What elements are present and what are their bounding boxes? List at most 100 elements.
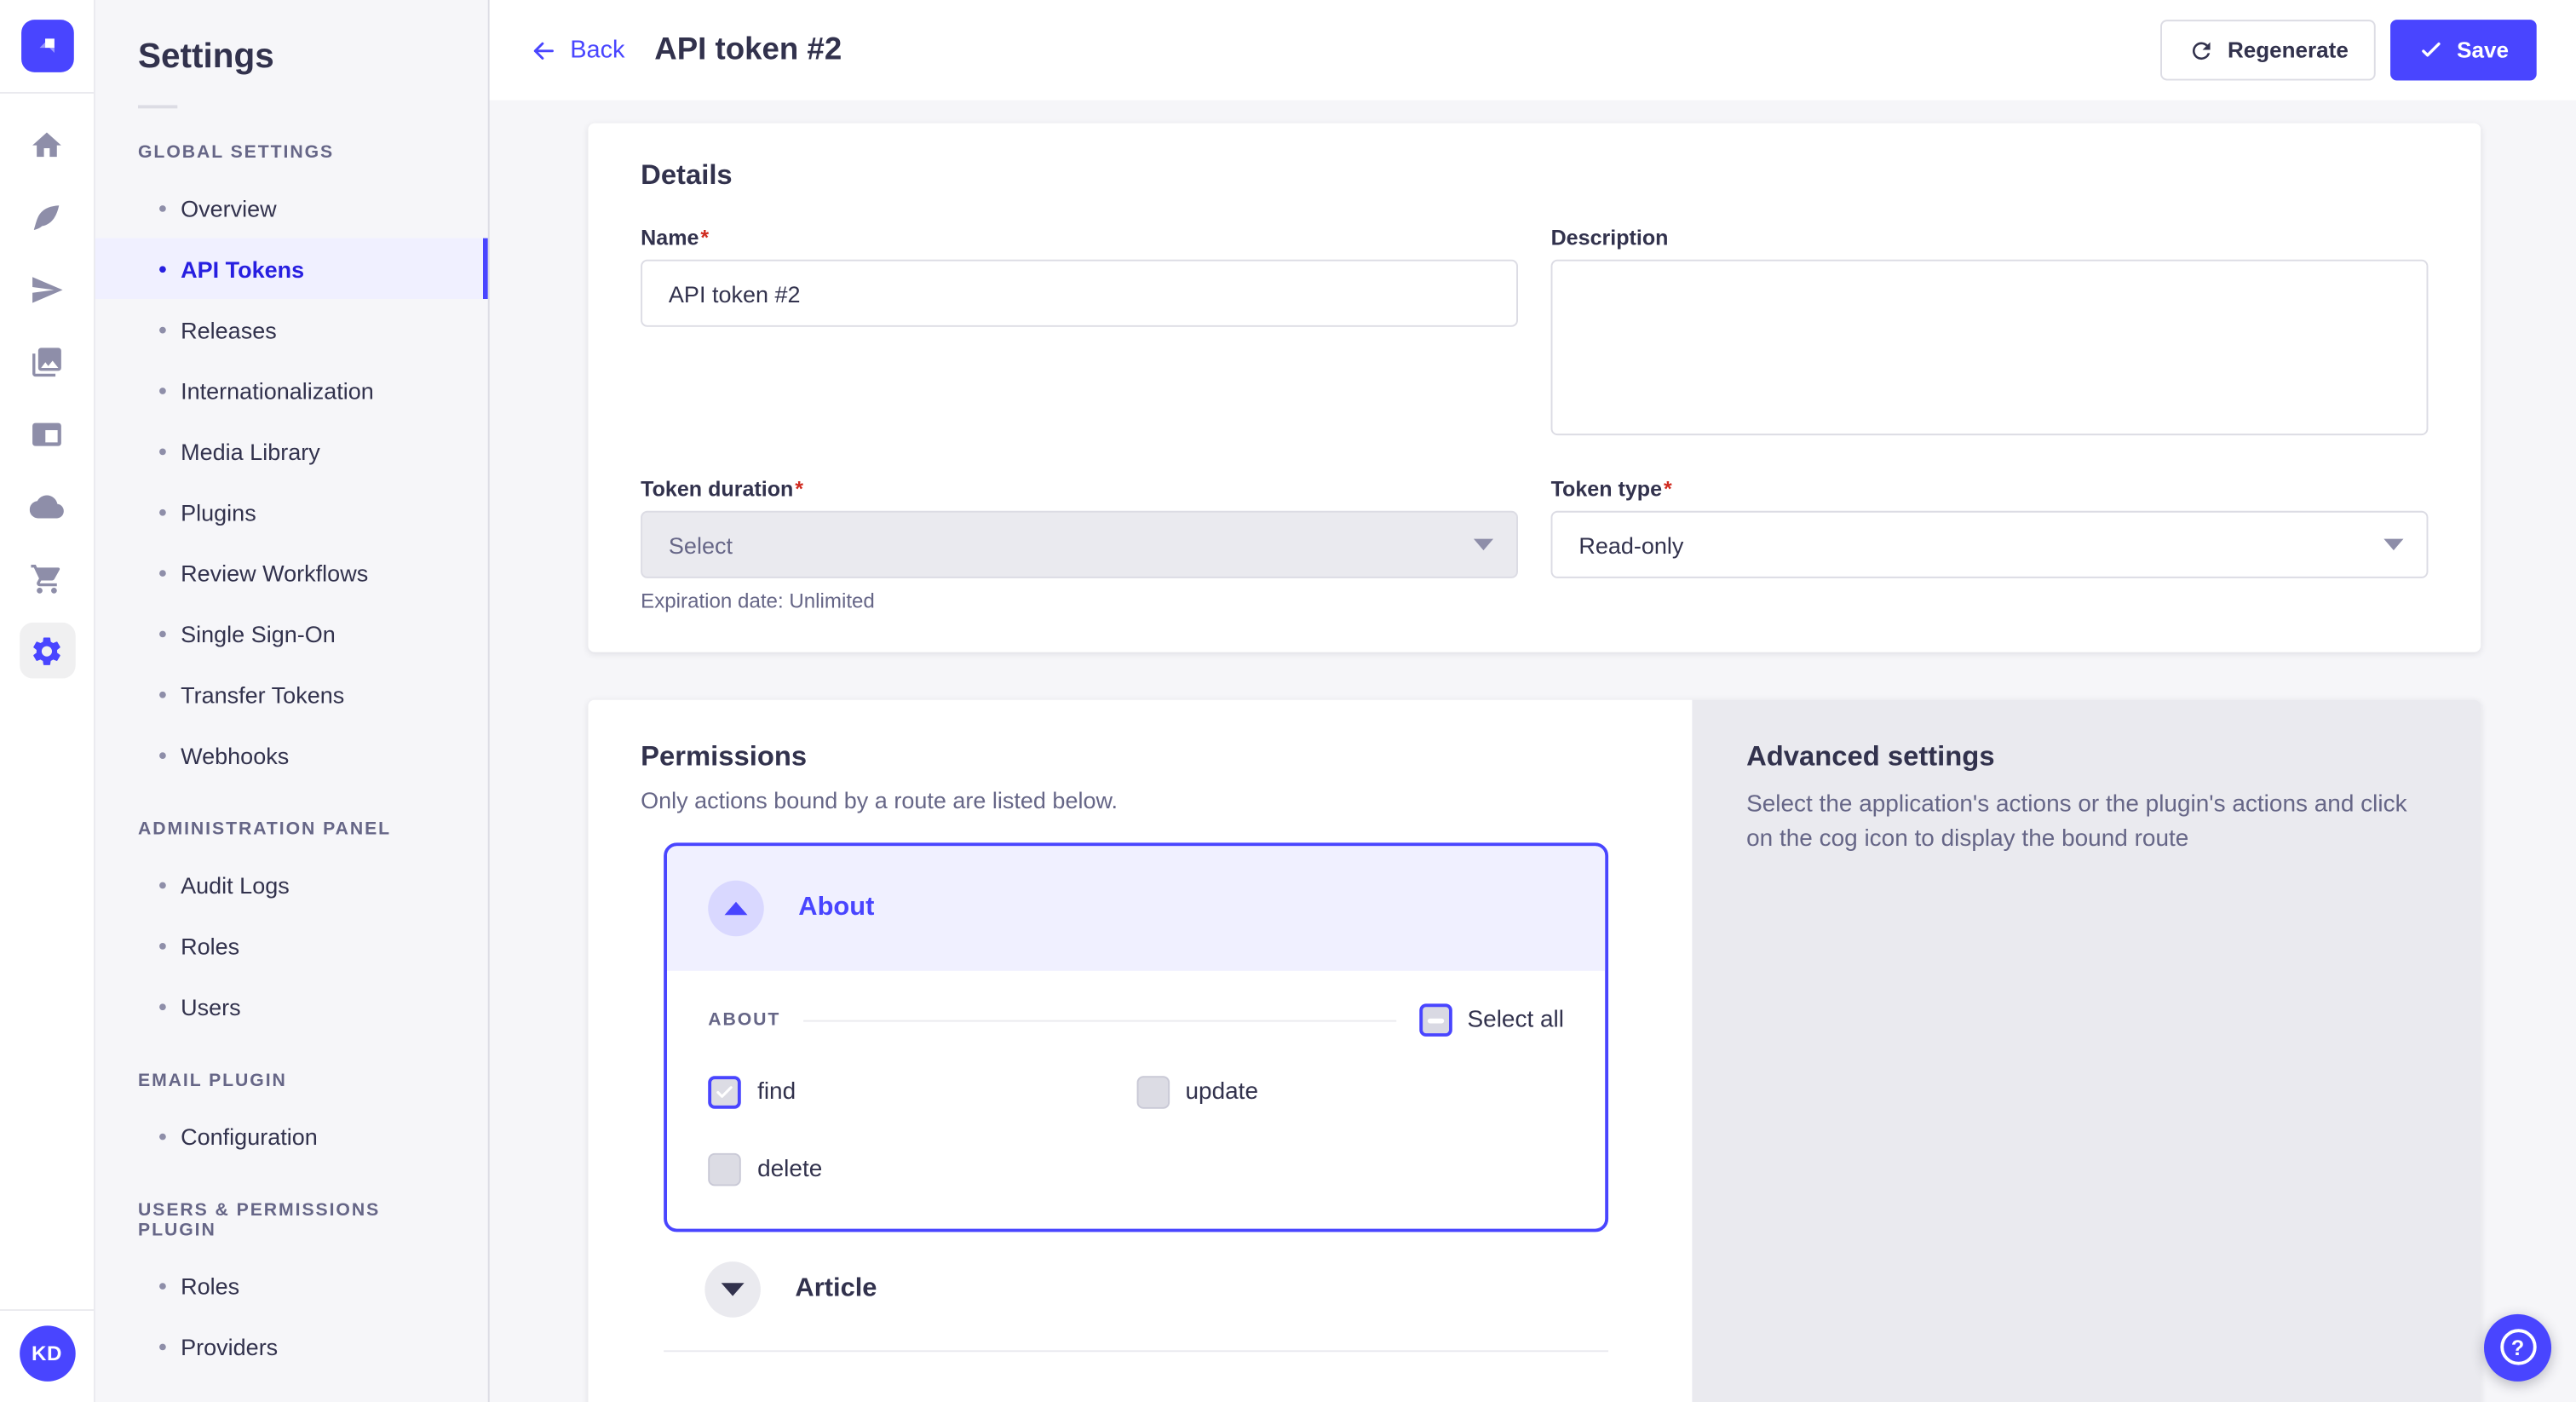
sidebar-title-rule <box>138 105 177 108</box>
chevron-up-icon[interactable] <box>708 881 764 937</box>
sidebar-item-label: Roles <box>181 932 239 958</box>
cart-icon[interactable] <box>19 550 75 606</box>
about-group-row: ABOUT Select all <box>708 1003 1564 1037</box>
cloud-icon[interactable] <box>19 478 75 534</box>
save-button[interactable]: Save <box>2391 20 2537 80</box>
accordion-about-body: ABOUT Select all <box>667 971 1605 1229</box>
group-divider <box>803 1020 1396 1021</box>
sidebar-item-label: Configuration <box>181 1123 318 1149</box>
strapi-logo-glyph <box>32 32 62 61</box>
bullet-icon <box>159 448 166 455</box>
home-icon[interactable] <box>19 117 75 173</box>
permission-label: delete <box>757 1157 822 1183</box>
permission-label: update <box>1185 1079 1258 1106</box>
required-mark: * <box>795 476 803 501</box>
rail-bottom: KD <box>0 1289 94 1402</box>
sidebar-item-label: Single Sign-On <box>181 620 336 646</box>
sidebar-item-label: Review Workflows <box>181 560 368 586</box>
layout-icon[interactable] <box>19 405 75 462</box>
help-button[interactable]: ? <box>2484 1313 2551 1381</box>
refresh-icon <box>2188 37 2215 63</box>
bullet-icon <box>159 509 166 515</box>
strapi-logo[interactable] <box>20 20 73 72</box>
token-duration-field-group: Token duration* Select Expiration date: … <box>641 476 1518 612</box>
select-all-checkbox[interactable] <box>1420 1003 1453 1037</box>
sidebar-item-releases[interactable]: Releases <box>95 299 488 359</box>
bullet-icon <box>159 942 166 949</box>
sidebar-section-users-permissions-plugin: USERS & PERMISSIONS PLUGIN <box>138 1201 446 1240</box>
description-field-group: Description <box>1551 225 2429 440</box>
advanced-settings-panel: Advanced settings Select the application… <box>1692 700 2481 1402</box>
rail-divider-bottom <box>0 1308 94 1310</box>
sidebar-item-label: Media Library <box>181 438 320 464</box>
sidebar-item-admin-roles[interactable]: Roles <box>95 915 488 975</box>
paper-plane-icon[interactable] <box>19 261 75 318</box>
name-input[interactable] <box>641 260 1518 327</box>
sidebar-item-email-configuration[interactable]: Configuration <box>95 1106 488 1166</box>
avatar[interactable]: KD <box>19 1324 75 1381</box>
sidebar-item-label: Transfer Tokens <box>181 681 344 707</box>
sidebar-item-audit-logs[interactable]: Audit Logs <box>95 854 488 915</box>
regenerate-button[interactable]: Regenerate <box>2160 20 2377 80</box>
regenerate-label: Regenerate <box>2228 37 2349 62</box>
permissions-subtitle: Only actions bound by a route are listed… <box>641 787 1640 813</box>
sidebar-item-internationalization[interactable]: Internationalization <box>95 359 488 420</box>
sidebar-item-webhooks[interactable]: Webhooks <box>95 724 488 784</box>
token-type-value: Read-only <box>1578 531 1683 558</box>
token-duration-value: Select <box>669 531 733 558</box>
sidebar-item-transfer-tokens[interactable]: Transfer Tokens <box>95 664 488 724</box>
details-heading: Details <box>641 159 2428 192</box>
name-field-group: Name* <box>641 225 1518 327</box>
description-textarea[interactable] <box>1551 260 2429 435</box>
page-header: Back API token #2 Regenerate Save <box>490 0 2576 101</box>
details-form-row1: Name* Description <box>641 225 2428 440</box>
delete-checkbox[interactable] <box>708 1153 741 1187</box>
sidebar-item-label: Roles <box>181 1273 239 1299</box>
settings-sidebar: Settings GLOBAL SETTINGS Overview API To… <box>95 0 490 1402</box>
bullet-icon <box>159 882 166 888</box>
expiration-hint: Expiration date: Unlimited <box>641 589 1518 612</box>
sidebar-item-label: Releases <box>181 316 277 342</box>
bullet-icon <box>159 387 166 394</box>
description-label: Description <box>1551 225 2429 250</box>
bullet-icon <box>159 265 166 272</box>
header-actions: Regenerate Save <box>2160 20 2537 80</box>
sidebar-item-up-providers[interactable]: Providers <box>95 1316 488 1376</box>
about-group-label: ABOUT <box>708 1010 780 1030</box>
permission-delete[interactable]: delete <box>708 1153 1136 1187</box>
sidebar-item-admin-users[interactable]: Users <box>95 976 488 1037</box>
token-type-select[interactable]: Read-only <box>1551 511 2429 578</box>
page-title: API token #2 <box>654 32 842 68</box>
permission-find[interactable]: find <box>708 1076 1136 1109</box>
sidebar-item-up-roles[interactable]: Roles <box>95 1255 488 1315</box>
gear-icon[interactable] <box>19 623 75 679</box>
token-duration-select[interactable]: Select <box>641 511 1518 578</box>
update-checkbox[interactable] <box>1136 1076 1170 1109</box>
accordion-divider <box>664 1350 1608 1352</box>
bullet-icon <box>159 691 166 698</box>
bullet-icon <box>159 1282 166 1289</box>
rail-divider <box>0 92 94 94</box>
feather-icon[interactable] <box>19 189 75 245</box>
sidebar-item-single-sign-on[interactable]: Single Sign-On <box>95 603 488 664</box>
accordion-article-header[interactable]: Article <box>664 1232 1608 1350</box>
sidebar-item-label: API Tokens <box>181 256 304 282</box>
images-icon[interactable] <box>19 333 75 389</box>
find-checkbox[interactable] <box>708 1076 741 1109</box>
sidebar-title: Settings <box>138 37 488 77</box>
sidebar-item-api-tokens[interactable]: API Tokens <box>95 238 488 299</box>
sidebar-item-review-workflows[interactable]: Review Workflows <box>95 542 488 602</box>
permission-update[interactable]: update <box>1136 1076 1564 1109</box>
sidebar-item-overview[interactable]: Overview <box>95 177 488 238</box>
main-nav-rail: KD <box>0 0 95 1402</box>
caret-down-icon <box>2383 539 2403 551</box>
sidebar-item-plugins[interactable]: Plugins <box>95 481 488 542</box>
sidebar-item-label: Users <box>181 993 241 1020</box>
accordion-about-header[interactable]: About <box>667 846 1605 971</box>
chevron-down-icon[interactable] <box>704 1261 761 1318</box>
caret-down-icon <box>1474 539 1493 551</box>
bullet-icon <box>159 1003 166 1009</box>
sidebar-item-media-library[interactable]: Media Library <box>95 421 488 481</box>
select-all-control[interactable]: Select all <box>1420 1003 1564 1037</box>
back-link[interactable]: Back <box>529 35 625 65</box>
